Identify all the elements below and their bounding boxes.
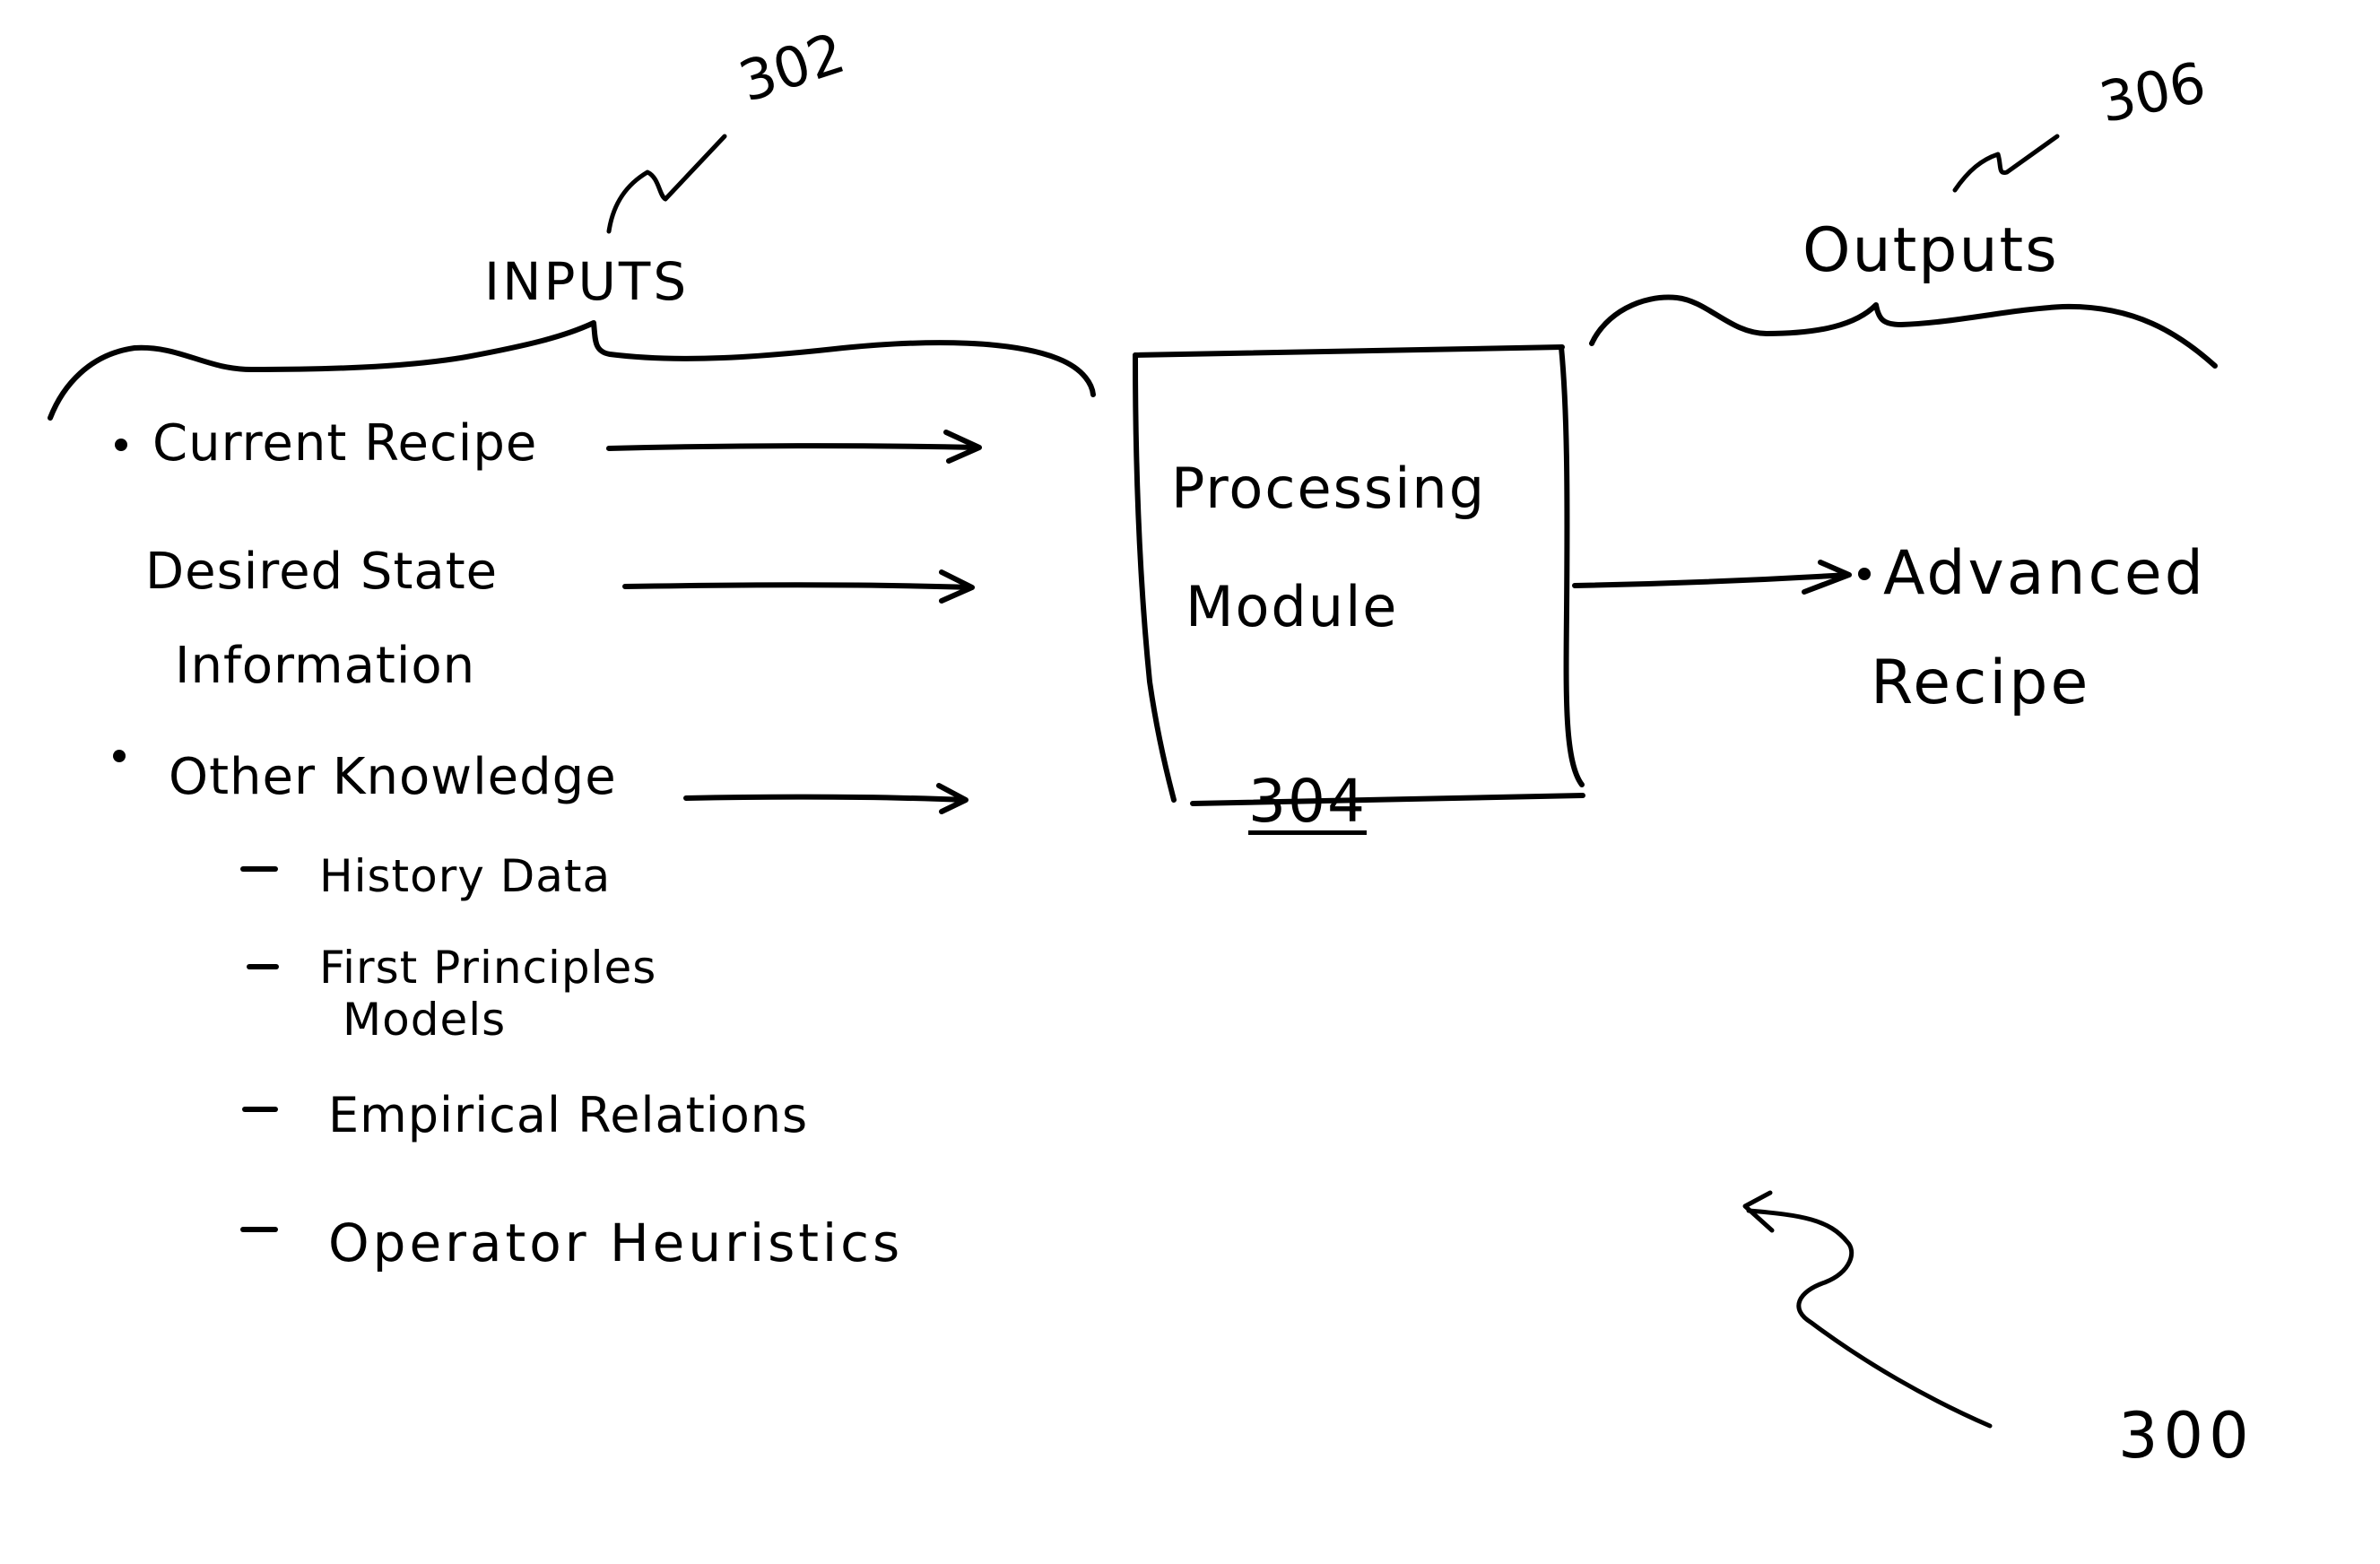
inputs-brace — [48, 320, 1096, 421]
output-item-advanced-recipe-line1: Advanced — [1883, 538, 2206, 609]
dash-empirical-relations — [242, 1107, 278, 1112]
subitem-operator-heuristics: Operator Heuristics — [328, 1212, 904, 1273]
inputs-heading: INPUTS — [484, 251, 690, 312]
arrow-to-advanced-recipe — [1572, 560, 1852, 595]
outputs-reference-leader — [1952, 134, 2060, 193]
bullet-other-knowledge — [113, 750, 126, 762]
arrow-desired-state — [622, 569, 975, 604]
outputs-heading: Outputs — [1802, 215, 2059, 286]
subitem-first-principles-line2: Models — [343, 994, 507, 1046]
processing-module-title-line2: Module — [1186, 574, 1399, 639]
input-item-desired-state-line2: Information — [175, 637, 476, 695]
subitem-first-principles-line1: First Principles — [319, 942, 657, 994]
arrow-current-recipe — [606, 430, 982, 464]
inputs-reference-leader — [606, 134, 727, 234]
subitem-empirical-relations: Empirical Relations — [328, 1087, 809, 1143]
output-item-advanced-recipe-line2: Recipe — [1871, 647, 2091, 718]
dash-first-principles — [247, 964, 279, 969]
dash-history-data — [240, 866, 278, 872]
arrow-other-knowledge — [683, 783, 969, 814]
bullet-current-recipe — [115, 439, 127, 451]
outputs-brace — [1589, 294, 2218, 369]
processing-module-reference-number: 304 — [1248, 767, 1367, 836]
figure-reference-leader — [1742, 1190, 1993, 1429]
processing-module-title-line1: Processing — [1171, 456, 1487, 521]
input-item-current-recipe: Current Recipe — [152, 414, 538, 473]
input-item-desired-state-line1: Desired State — [145, 543, 499, 601]
bullet-advanced-recipe — [1858, 568, 1871, 580]
figure-reference-number: 300 — [2118, 1399, 2254, 1473]
input-item-other-knowledge: Other Knowledge — [169, 748, 617, 806]
subitem-history-data: History Data — [319, 850, 612, 902]
dash-operator-heuristics — [240, 1227, 278, 1232]
